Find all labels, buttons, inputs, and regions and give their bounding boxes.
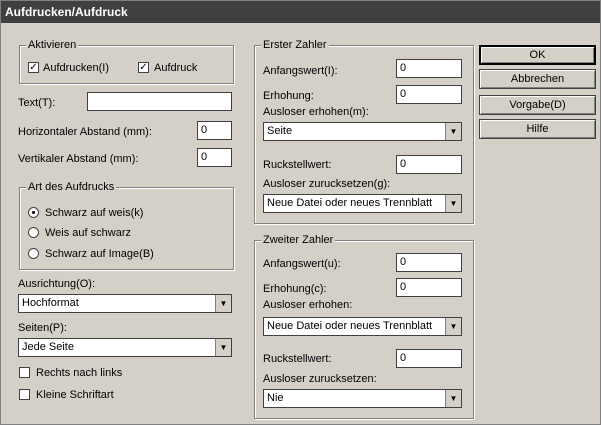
ausrichtung-label: Ausrichtung(O):: [18, 278, 96, 290]
text-label: Text(T):: [18, 97, 56, 109]
aktivieren-legend: Aktivieren: [26, 39, 79, 51]
erster-ausloser-erhohen-label: Ausloser erhohen(m):: [263, 106, 369, 118]
erster-ausloser-zuruck-select[interactable]: Neue Datei oder neues Trennblatt ▼: [263, 194, 462, 213]
chevron-down-icon[interactable]: ▼: [215, 295, 231, 312]
zweiter-ausloser-zuruck-label: Ausloser zurucksetzen:: [263, 373, 377, 385]
zweiter-erhohung-label: Erhohung(c):: [263, 283, 327, 295]
erster-ausloser-zuruck-value: Neue Datei oder neues Trennblatt: [267, 197, 433, 209]
text-input[interactable]: [87, 92, 232, 111]
erster-ruckstellwert-label: Ruckstellwert:: [263, 159, 332, 171]
zweiter-ausloser-erhohen-label: Ausloser erhohen:: [263, 299, 353, 311]
erster-ruckstellwert-input[interactable]: 0: [396, 155, 462, 174]
check-icon: ✓: [139, 62, 148, 73]
option-label[interactable]: Schwarz auf Image(B): [45, 248, 154, 260]
vertikal-input[interactable]: 0: [197, 148, 232, 167]
horizontal-label: Horizontaler Abstand (mm):: [18, 126, 152, 138]
zweiter-anfangswert-input[interactable]: 0: [396, 253, 462, 272]
erster-zahler-legend: Erster Zahler: [261, 39, 329, 51]
ausrichtung-value: Hochformat: [22, 297, 79, 309]
zweiter-zahler-legend: Zweiter Zahler: [261, 234, 336, 246]
option-label[interactable]: Weis auf schwarz: [45, 227, 131, 239]
dialog-window: Aufdrucken/Aufdruck Aktivieren ✓ Aufdruc…: [0, 0, 601, 425]
zweiter-ausloser-erhohen-value: Neue Datei oder neues Trennblatt: [267, 320, 433, 332]
kleine-schriftart-label[interactable]: Kleine Schriftart: [36, 389, 114, 401]
zweiter-ausloser-zuruck-select[interactable]: Nie ▼: [263, 389, 462, 408]
radio-schwarz-auf-weis[interactable]: [28, 207, 39, 218]
zweiter-ruckstellwert-label: Ruckstellwert:: [263, 353, 332, 365]
rechts-nach-links-label[interactable]: Rechts nach links: [36, 367, 122, 379]
erster-anfangswert-input[interactable]: 0: [396, 59, 462, 78]
erster-erhohung-input[interactable]: 0: [396, 85, 462, 104]
chevron-down-icon[interactable]: ▼: [445, 195, 461, 212]
erster-erhohung-label: Erhohung:: [263, 90, 314, 102]
check-icon: ✓: [29, 62, 38, 73]
zweiter-ausloser-zuruck-value: Nie: [267, 392, 284, 404]
zweiter-ausloser-erhohen-select[interactable]: Neue Datei oder neues Trennblatt ▼: [263, 317, 462, 336]
ausrichtung-select[interactable]: Hochformat ▼: [18, 294, 232, 313]
erster-ausloser-erhohen-select[interactable]: Seite ▼: [263, 122, 462, 141]
erster-ausloser-zuruck-label: Ausloser zurucksetzen(g):: [263, 178, 391, 190]
zweiter-erhohung-input[interactable]: 0: [396, 278, 462, 297]
kleine-schriftart-checkbox[interactable]: [19, 389, 30, 400]
zweiter-anfangswert-label: Anfangswert(u):: [263, 258, 341, 270]
option-label[interactable]: Schwarz auf weis(k): [45, 207, 143, 219]
chevron-down-icon[interactable]: ▼: [215, 339, 231, 356]
zweiter-ruckstellwert-input[interactable]: 0: [396, 349, 462, 368]
chevron-down-icon[interactable]: ▼: [445, 390, 461, 407]
seiten-select[interactable]: Jede Seite ▼: [18, 338, 232, 357]
radio-schwarz-auf-image[interactable]: [28, 248, 39, 259]
aufdrucken-checkbox[interactable]: ✓: [28, 62, 39, 73]
rechts-nach-links-checkbox[interactable]: [19, 367, 30, 378]
hilfe-button[interactable]: Hilfe: [479, 119, 596, 139]
erster-ausloser-erhohen-value: Seite: [267, 125, 293, 137]
vorgabe-button[interactable]: Vorgabe(D): [479, 95, 596, 115]
abbrechen-button[interactable]: Abbrechen: [479, 69, 596, 89]
aufdrucken-label[interactable]: Aufdrucken(I): [43, 62, 109, 74]
seiten-value: Jede Seite: [22, 341, 74, 353]
erster-anfangswert-label: Anfangswert(I):: [263, 65, 338, 77]
chevron-down-icon[interactable]: ▼: [445, 318, 461, 335]
vertikal-label: Vertikaler Abstand (mm):: [18, 153, 139, 165]
seiten-label: Seiten(P):: [18, 322, 67, 334]
horizontal-input[interactable]: 0: [197, 121, 232, 140]
aufdruck-checkbox[interactable]: ✓: [138, 62, 149, 73]
title-bar: Aufdrucken/Aufdruck: [1, 1, 600, 23]
radio-weis-auf-schwarz[interactable]: [28, 227, 39, 238]
chevron-down-icon[interactable]: ▼: [445, 123, 461, 140]
radio-selected-dot: [32, 211, 35, 214]
ok-button[interactable]: OK: [479, 45, 596, 65]
art-legend: Art des Aufdrucks: [26, 181, 117, 193]
aufdruck-label[interactable]: Aufdruck: [154, 62, 197, 74]
